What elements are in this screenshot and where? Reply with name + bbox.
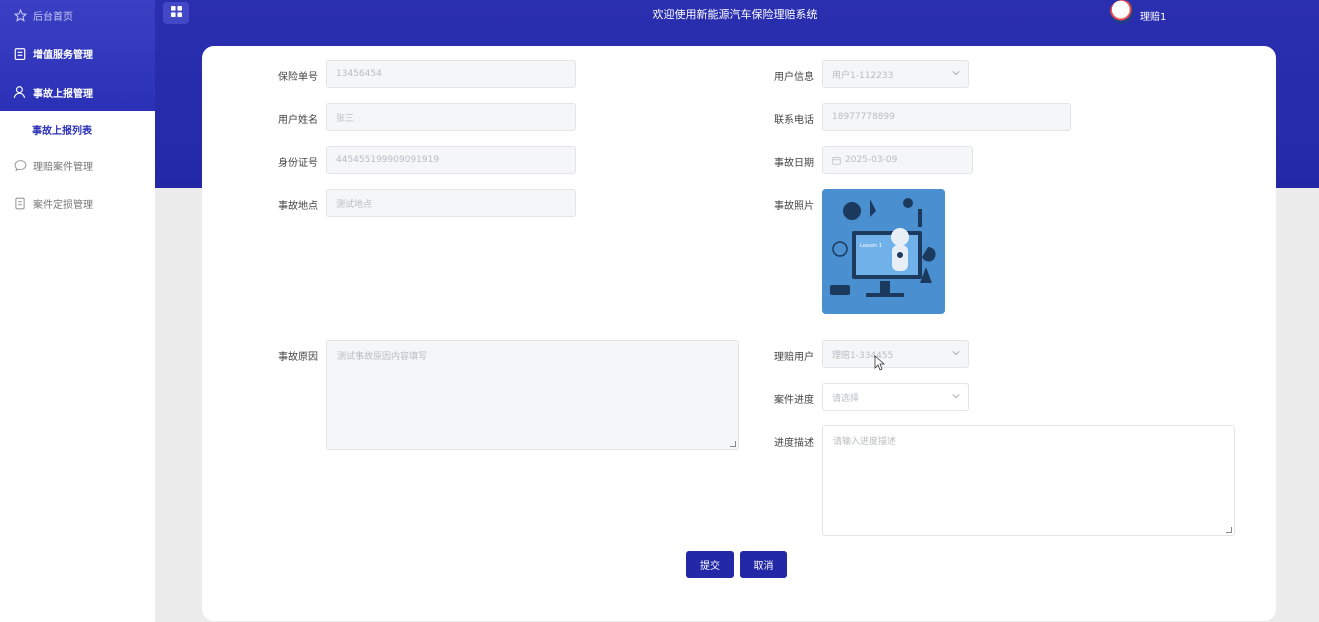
phone-field[interactable]: 18977778899 [822, 103, 1071, 131]
chat-icon [13, 158, 27, 172]
sidebar-item-home[interactable]: 后台首页 [0, 0, 155, 34]
calendar-icon [832, 156, 841, 165]
star-icon [13, 8, 27, 22]
progress-desc-label: 进度描述 [774, 438, 814, 449]
sidebar-item-label: 理赔案件管理 [33, 161, 93, 173]
sidebar-item-label: 事故上报管理 [33, 88, 93, 100]
phone-label: 联系电话 [774, 115, 814, 126]
mouse-cursor-icon [874, 355, 886, 374]
accident-reason-label: 事故原因 [278, 352, 318, 363]
sidebar-item-accident-list[interactable]: 事故上报列表 [0, 110, 155, 148]
chevron-down-icon [952, 350, 960, 358]
sidebar-item-claims[interactable]: 理赔案件管理 [0, 146, 155, 184]
cancel-button[interactable]: 取消 [740, 551, 787, 578]
sidebar-item-label: 案件定损管理 [33, 199, 93, 211]
accident-place-field[interactable]: 测试地点 [326, 189, 576, 217]
clipboard-icon [13, 46, 27, 60]
sidebar-item-label: 增值服务管理 [33, 49, 93, 61]
accident-place-label: 事故地点 [278, 201, 318, 212]
user-icon [13, 85, 27, 99]
sidebar: 后台首页 增值服务管理 事故上报管理 事故上报列表 理赔案件管理 案件定损管理 [0, 0, 155, 622]
avatar[interactable] [1110, 0, 1134, 24]
page-title: 欢迎使用新能源汽车保险理赔系统 [652, 8, 818, 21]
accident-reason-textarea[interactable]: 测试事故原因内容填写 [326, 340, 739, 450]
case-progress-select[interactable]: 请选择 [822, 383, 969, 411]
grid-icon [170, 6, 182, 20]
progress-desc-textarea[interactable]: 请输入进度描述 [822, 425, 1235, 536]
menu-toggle-button[interactable] [163, 2, 189, 24]
policy-no-label: 保险单号 [278, 72, 318, 83]
submit-button[interactable]: 提交 [686, 551, 734, 578]
user-info-select[interactable]: 用户1-112233 [822, 60, 969, 88]
resize-handle-icon[interactable] [1226, 527, 1232, 533]
user-info-label: 用户信息 [774, 72, 814, 83]
sidebar-item-accident[interactable]: 事故上报管理 [0, 73, 155, 111]
accident-photo[interactable]: Lesson 1 [822, 189, 945, 314]
chevron-down-icon [952, 393, 960, 401]
accident-date-label: 事故日期 [774, 158, 814, 169]
policy-no-field[interactable]: 13456454 [326, 60, 576, 88]
accident-photo-label: 事故照片 [774, 201, 814, 212]
user-name-label: 用户姓名 [278, 115, 318, 126]
claim-user-select[interactable]: 理赔1-334455 [822, 340, 969, 368]
id-card-label: 身份证号 [278, 158, 318, 169]
id-card-field[interactable]: 445455199909091919 [326, 146, 576, 174]
user-name-field[interactable]: 张三 [326, 103, 576, 131]
photo-text: Lesson 1 [860, 243, 882, 249]
sidebar-item-value-added[interactable]: 增值服务管理 [0, 34, 155, 72]
resize-handle-icon[interactable] [730, 441, 736, 447]
accident-date-picker[interactable]: 2025-03-09 [822, 146, 973, 174]
chevron-down-icon [952, 70, 960, 78]
case-progress-label: 案件进度 [774, 395, 814, 406]
sidebar-item-damage[interactable]: 案件定损管理 [0, 184, 155, 222]
user-name[interactable]: 理赔1 [1140, 8, 1166, 23]
sidebar-item-label: 事故上报列表 [32, 125, 92, 137]
sidebar-item-label: 后台首页 [33, 11, 73, 23]
claim-user-label: 理赔用户 [774, 352, 814, 363]
document-icon [13, 196, 27, 210]
